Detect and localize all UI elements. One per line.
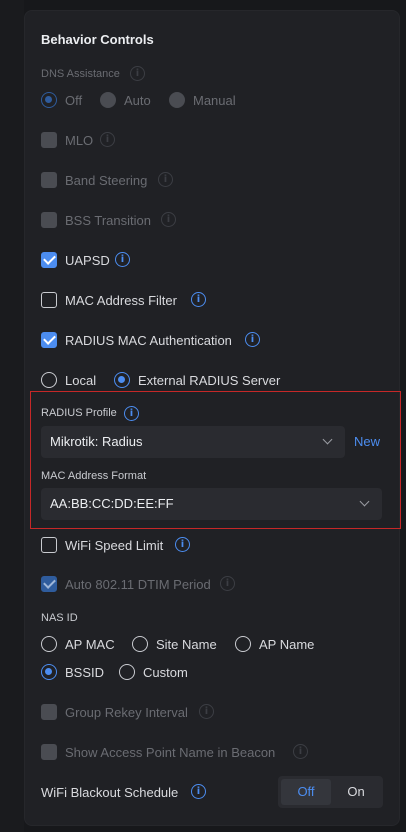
dtim-label: Auto 802.11 DTIM Period: [65, 577, 211, 592]
nas-ap-mac-label: AP MAC: [65, 637, 115, 652]
radius-mac-auth-info-icon[interactable]: i: [245, 332, 260, 347]
band-steering-label: Band Steering: [65, 173, 148, 188]
nas-id-label: NAS ID: [41, 612, 78, 624]
uapsd-checkbox[interactable]: [41, 252, 57, 268]
dtim-info-icon[interactable]: i: [220, 576, 235, 591]
band-steering-info-icon[interactable]: i: [158, 172, 173, 187]
group-rekey-info-icon[interactable]: i: [199, 704, 214, 719]
dns-radio-manual[interactable]: [169, 92, 185, 108]
nas-custom-label: Custom: [143, 665, 188, 680]
uapsd-info-icon[interactable]: i: [115, 252, 130, 267]
uapsd-label: UAPSD: [65, 253, 110, 268]
mac-filter-label: MAC Address Filter: [65, 293, 177, 308]
group-rekey-label: Group Rekey Interval: [65, 705, 188, 720]
nas-radio-custom[interactable]: [119, 664, 135, 680]
auth-local-label: Local: [65, 373, 97, 388]
dns-info-icon[interactable]: i: [130, 66, 145, 81]
nas-ap-name-label: AP Name: [259, 637, 315, 652]
mac-filter-checkbox[interactable]: [41, 292, 57, 308]
radius-profile-label: RADIUS Profile: [41, 407, 117, 419]
dns-option-manual-label: Manual: [193, 93, 236, 108]
dns-assistance-label: DNS Assistance: [41, 68, 120, 80]
dns-radio-off[interactable]: [41, 92, 57, 108]
bss-transition-checkbox[interactable]: [41, 212, 57, 228]
blackout-off-option[interactable]: Off: [281, 779, 331, 805]
mac-format-label: MAC Address Format: [41, 470, 147, 482]
blackout-toggle[interactable]: Off On: [278, 776, 383, 808]
wifi-speed-limit-info-icon[interactable]: i: [175, 537, 190, 552]
dns-radio-auto[interactable]: [100, 92, 116, 108]
dtim-checkbox[interactable]: [41, 576, 57, 592]
mlo-checkbox[interactable]: [41, 132, 57, 148]
wifi-speed-limit-checkbox[interactable]: [41, 537, 57, 553]
group-rekey-checkbox[interactable]: [41, 704, 57, 720]
blackout-info-icon[interactable]: i: [191, 784, 206, 799]
dns-option-auto-label: Auto: [124, 93, 151, 108]
nas-radio-bssid[interactable]: [41, 664, 57, 680]
new-radius-profile-link[interactable]: New: [354, 434, 380, 449]
radius-mac-auth-checkbox[interactable]: [41, 332, 57, 348]
section-title: Behavior Controls: [41, 32, 154, 47]
nas-radio-ap-name[interactable]: [235, 636, 251, 652]
wifi-speed-limit-label: WiFi Speed Limit: [65, 538, 164, 553]
radius-profile-info-icon[interactable]: i: [124, 406, 139, 421]
nas-bssid-label: BSSID: [65, 665, 105, 680]
left-background-strip: [0, 0, 24, 832]
radius-mac-auth-label: RADIUS MAC Authentication: [65, 333, 232, 348]
auth-radio-local[interactable]: [41, 372, 57, 388]
radius-profile-value: Mikrotik: Radius: [50, 434, 143, 449]
dns-option-off-label: Off: [65, 93, 83, 108]
band-steering-checkbox[interactable]: [41, 172, 57, 188]
mlo-label: MLO: [65, 133, 94, 148]
bss-transition-label: BSS Transition: [65, 213, 151, 228]
auth-radio-external[interactable]: [114, 372, 130, 388]
mlo-info-icon[interactable]: i: [100, 132, 115, 147]
bss-transition-info-icon[interactable]: i: [161, 212, 176, 227]
auth-external-label: External RADIUS Server: [138, 373, 281, 388]
show-ap-name-info-icon[interactable]: i: [293, 744, 308, 759]
nas-radio-site-name[interactable]: [132, 636, 148, 652]
mac-format-select[interactable]: AA:BB:CC:DD:EE:FF: [41, 488, 382, 520]
nas-site-name-label: Site Name: [156, 637, 217, 652]
chevron-down-icon: [359, 496, 370, 507]
radius-profile-select[interactable]: Mikrotik: Radius: [41, 426, 345, 458]
nas-radio-ap-mac[interactable]: [41, 636, 57, 652]
show-ap-name-label: Show Access Point Name in Beacon: [65, 745, 276, 760]
show-ap-name-checkbox[interactable]: [41, 744, 57, 760]
mac-filter-info-icon[interactable]: i: [191, 292, 206, 307]
chevron-down-icon: [322, 434, 333, 445]
blackout-label: WiFi Blackout Schedule: [41, 785, 179, 800]
blackout-on-option[interactable]: On: [331, 779, 381, 805]
mac-format-value: AA:BB:CC:DD:EE:FF: [50, 496, 174, 511]
